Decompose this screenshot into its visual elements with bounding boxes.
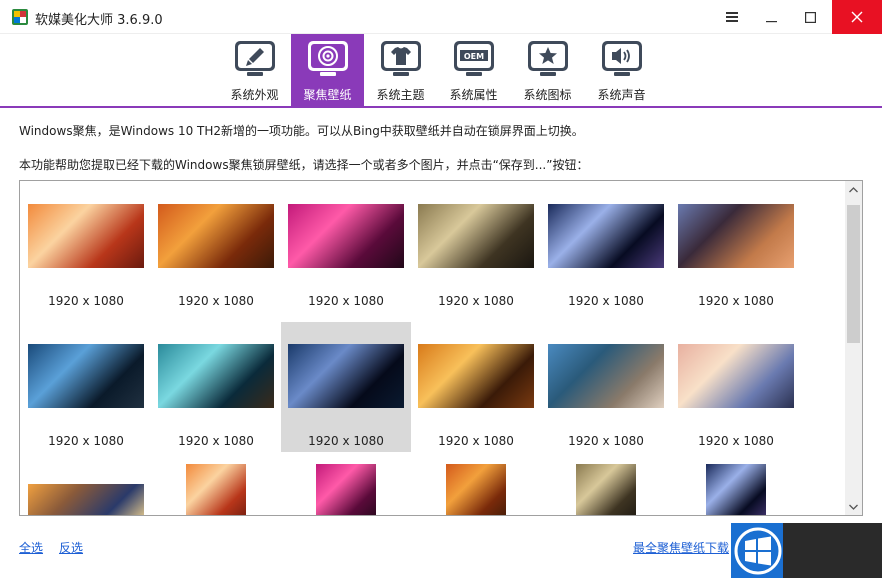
- chevron-up-icon: [849, 186, 858, 192]
- wallpaper-item[interactable]: 1920 x 1080: [151, 322, 281, 452]
- maximize-button[interactable]: [787, 0, 833, 34]
- scroll-up-button[interactable]: [845, 181, 862, 198]
- wallpaper-thumbnail: [316, 464, 376, 515]
- select-all-link[interactable]: 全选: [19, 539, 43, 556]
- wallpaper-thumbnail: [158, 204, 274, 268]
- wallpaper-resolution: 1920 x 1080: [308, 294, 384, 308]
- wallpaper-item[interactable]: 1920 x 1080: [21, 322, 151, 452]
- wallpaper-item[interactable]: 1920 x 1080: [541, 182, 671, 312]
- wallpaper-resolution: 1920 x 1080: [48, 294, 124, 308]
- wallpaper-item[interactable]: 1920 x 1080: [21, 182, 151, 312]
- wallpaper-item[interactable]: 1920 x 1080: [411, 322, 541, 452]
- wallpaper-thumbnail: [186, 464, 246, 515]
- wallpaper-thumbnail: [418, 344, 534, 408]
- window-title: 软媒美化大师 3.6.9.0: [35, 13, 163, 28]
- tab-sounds[interactable]: 系统声音: [585, 34, 658, 106]
- wallpaper-thumbnail: [678, 344, 794, 408]
- wallpaper-resolution: 1920 x 1080: [178, 294, 254, 308]
- wallpaper-item[interactable]: 1920 x 1080: [281, 182, 411, 312]
- wallpaper-resolution: 1920 x 1080: [48, 434, 124, 448]
- oem-icon: OEM: [454, 41, 494, 76]
- tab-label: 系统声音: [597, 88, 646, 102]
- spotlight-icon: [308, 41, 348, 76]
- speaker-icon: [602, 41, 642, 76]
- wallpaper-resolution: 1920 x 1080: [698, 294, 774, 308]
- star-icon: [528, 41, 568, 76]
- title-bar: 软媒美化大师 3.6.9.0: [0, 0, 882, 34]
- description-line-2: 本功能帮助您提取已经下载的Windows聚焦锁屏壁纸，请选择一个或者多个图片，并…: [19, 158, 589, 172]
- spotlight-download-link[interactable]: 最全聚焦壁纸下载: [633, 539, 729, 556]
- chevron-down-icon: [849, 504, 858, 510]
- wallpaper-thumbnail: [548, 344, 664, 408]
- tab-label: 系统图标: [523, 88, 572, 102]
- wallpaper-item[interactable]: 1920 x 1080: [281, 322, 411, 452]
- tab-label: 系统外观: [230, 88, 279, 102]
- wallpaper-thumbnail: [548, 204, 664, 268]
- maximize-icon: [804, 11, 816, 23]
- hamburger-icon: [726, 12, 738, 22]
- wallpaper-thumbnail: [418, 204, 534, 268]
- tab-spotlight-wallpaper[interactable]: 聚焦壁纸: [291, 34, 364, 106]
- wallpaper-gallery[interactable]: 1920 x 1080 1920 x 1080 1920 x 1080 1920 x …: [19, 180, 863, 516]
- wallpaper-thumbnail: [576, 464, 636, 515]
- wallpaper-item[interactable]: 1920 x 1080: [411, 182, 541, 312]
- wallpaper-thumbnail: [288, 344, 404, 408]
- tab-properties[interactable]: OEM 系统属性: [437, 34, 510, 106]
- wallpaper-resolution: 1920 x 1080: [568, 294, 644, 308]
- tab-bar: 系统外观 聚焦壁纸 系统主题 OEM 系统属性 系统图标 系统声音: [0, 34, 882, 108]
- tab-appearance[interactable]: 系统外观: [218, 34, 291, 106]
- wallpaper-resolution: 1920 x 1080: [308, 434, 384, 448]
- tab-label: 系统主题: [376, 88, 425, 102]
- tab-icons[interactable]: 系统图标: [511, 34, 584, 106]
- invert-selection-link[interactable]: 反选: [59, 539, 83, 556]
- wallpaper-thumbnail: [446, 464, 506, 515]
- wallpaper-resolution: 1920 x 1080: [698, 434, 774, 448]
- svg-text:OEM: OEM: [464, 52, 484, 61]
- wallpaper-resolution: 1920 x 1080: [438, 434, 514, 448]
- description-line-1: Windows聚焦，是Windows 10 TH2新增的一项功能。可以从Bing…: [19, 124, 584, 138]
- wallpaper-thumbnail: [28, 484, 144, 515]
- wallpaper-thumbnail: [158, 344, 274, 408]
- minimize-icon: [765, 20, 777, 22]
- wallpaper-thumbnail: [678, 204, 794, 268]
- brush-icon: [235, 41, 275, 76]
- windows-logo-watermark: [731, 523, 882, 578]
- wallpaper-resolution: 1920 x 1080: [178, 434, 254, 448]
- wallpaper-thumbnail: [28, 204, 144, 268]
- wallpaper-item[interactable]: 1920 x 1080: [671, 322, 801, 452]
- close-button[interactable]: [832, 0, 882, 34]
- wallpaper-thumbnail: [706, 464, 766, 515]
- scroll-down-button[interactable]: [845, 498, 862, 515]
- scroll-thumb[interactable]: [847, 205, 860, 343]
- app-logo-icon: [12, 9, 28, 25]
- tab-label: 聚焦壁纸: [303, 88, 352, 102]
- tshirt-icon: [381, 41, 421, 76]
- wallpaper-resolution: 1920 x 1080: [438, 294, 514, 308]
- tab-theme[interactable]: 系统主题: [364, 34, 437, 106]
- wallpaper-thumbnail: [28, 344, 144, 408]
- wallpaper-thumbnail: [288, 204, 404, 268]
- wallpaper-item[interactable]: 1920 x 1080: [151, 182, 281, 312]
- close-icon: [851, 11, 863, 23]
- wallpaper-item[interactable]: 1920 x 1080: [671, 182, 801, 312]
- wallpaper-resolution: 1920 x 1080: [568, 434, 644, 448]
- vertical-scrollbar[interactable]: [845, 181, 862, 515]
- wallpaper-item[interactable]: 1920 x 1080: [541, 322, 671, 452]
- tab-label: 系统属性: [449, 88, 498, 102]
